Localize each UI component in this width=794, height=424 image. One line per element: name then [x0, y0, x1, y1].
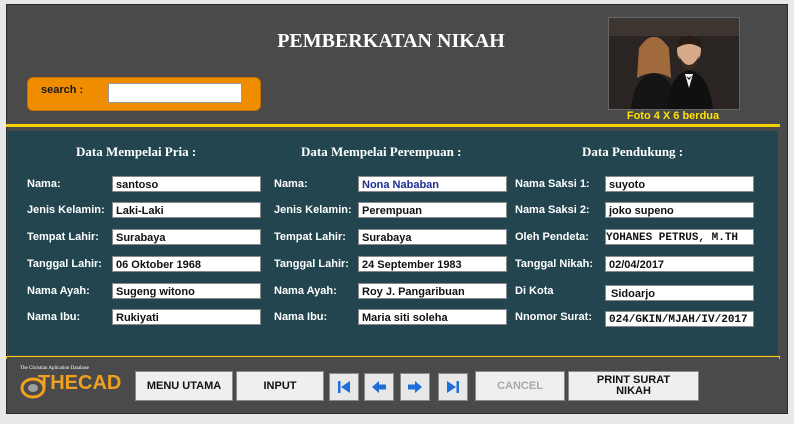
thecad-logo: The Christian Aplication Database THECAD — [20, 366, 122, 401]
groom-father-field[interactable]: Sugeng witono — [112, 283, 261, 299]
logo-name: THECAD — [38, 372, 122, 394]
bride-birthplace-label: Tempat Lahir: — [274, 231, 346, 243]
groom-gender-field[interactable]: Laki-Laki — [112, 202, 261, 218]
bride-mother-field[interactable]: Maria siti soleha — [358, 309, 507, 325]
bride-mother-label: Nama Ibu: — [274, 311, 328, 323]
city-label: Di Kota — [515, 285, 554, 297]
next-record-button[interactable] — [400, 373, 430, 401]
bride-gender-label: Jenis Kelamin: — [274, 204, 352, 216]
witness2-label: Nama Saksi 2: — [515, 204, 590, 216]
print-marriage-letter-button[interactable]: PRINT SURAT NIKAH — [568, 371, 699, 401]
groom-mother-field[interactable]: Rukiyati — [112, 309, 261, 325]
bride-birthdate-label: Tanggal Lahir: — [274, 258, 349, 270]
groom-birthplace-label: Tempat Lahir: — [27, 231, 99, 243]
last-record-button[interactable] — [438, 373, 468, 401]
bride-father-label: Nama Ayah: — [274, 285, 337, 297]
pastor-field[interactable]: YOHANES PETRUS, M.TH — [605, 229, 754, 245]
letter-number-field[interactable]: 024/GKIN/MJAH/IV/2017 — [605, 311, 754, 327]
page-title: PEMBERKATAN NIKAH — [277, 30, 505, 52]
wedding-date-field[interactable]: 02/04/2017 — [605, 256, 754, 272]
photo-caption: Foto 4 X 6 berdua — [626, 110, 720, 122]
groom-father-label: Nama Ayah: — [27, 285, 90, 297]
print-button-line2: NIKAH — [616, 385, 651, 397]
prev-record-button[interactable] — [364, 373, 394, 401]
first-record-icon — [338, 381, 350, 393]
search-input[interactable] — [108, 83, 242, 103]
last-record-icon — [447, 381, 459, 393]
search-panel: search : — [27, 77, 261, 111]
bride-birthdate-field[interactable]: 24 September 1983 — [358, 256, 507, 272]
bride-gender-field[interactable]: Perempuan — [358, 202, 507, 218]
menu-utama-button[interactable]: MENU UTAMA — [135, 371, 233, 401]
cancel-button[interactable]: CANCEL — [475, 371, 565, 401]
groom-section-heading: Data Mempelai Pria : — [76, 144, 197, 159]
bride-father-field[interactable]: Roy J. Pangaribuan — [358, 283, 507, 299]
input-button[interactable]: INPUT — [236, 371, 324, 401]
logo-tagline: The Christian Aplication Database — [20, 366, 90, 371]
first-record-button[interactable] — [329, 373, 359, 401]
couple-photo[interactable] — [608, 17, 740, 110]
pastor-label: Oleh Pendeta: — [515, 231, 589, 243]
bride-name-field[interactable]: Nona Nababan — [358, 176, 507, 192]
wedding-date-label: Tanggal Nikah: — [515, 258, 594, 270]
groom-birthdate-field[interactable]: 06 Oktober 1968 — [112, 256, 261, 272]
groom-name-label: Nama: — [27, 178, 61, 190]
groom-birthplace-field[interactable]: Surabaya — [112, 229, 261, 245]
support-section-heading: Data Pendukung : — [582, 144, 684, 159]
bride-name-label: Nama: — [274, 178, 308, 190]
groom-name-field[interactable]: santoso — [112, 176, 261, 192]
city-field[interactable]: Sidoarjo — [605, 285, 754, 301]
witness2-field[interactable]: joko supeno — [605, 202, 754, 218]
groom-mother-label: Nama Ibu: — [27, 311, 81, 323]
groom-gender-label: Jenis Kelamin: — [27, 204, 105, 216]
bride-section-heading: Data Mempelai Perempuan : — [301, 144, 462, 159]
prev-record-icon — [372, 381, 386, 393]
bride-birthplace-field[interactable]: Surabaya — [358, 229, 507, 245]
groom-birthdate-label: Tanggal Lahir: — [27, 258, 102, 270]
next-record-icon — [408, 381, 422, 393]
search-label: search : — [41, 84, 84, 96]
letter-number-label: Nnomor Surat: — [515, 311, 592, 323]
top-divider — [6, 124, 780, 127]
witness1-field[interactable]: suyoto — [605, 176, 754, 192]
witness1-label: Nama Saksi 1: — [515, 178, 590, 190]
